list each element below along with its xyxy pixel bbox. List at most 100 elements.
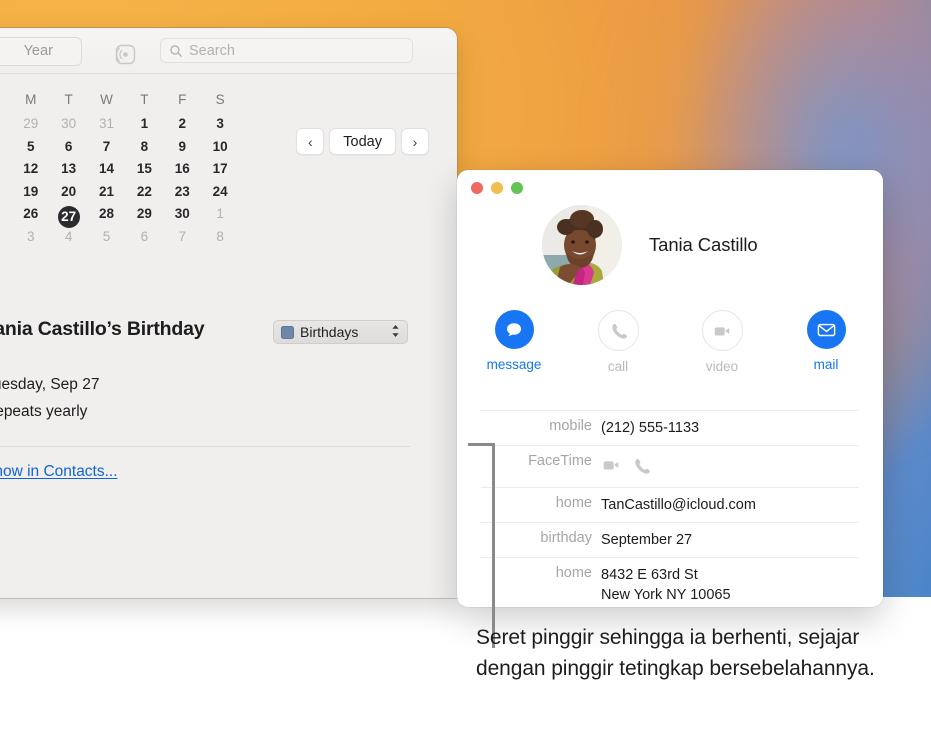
- field-value: 8432 E 63rd St New York NY 10065: [601, 567, 731, 603]
- prev-button[interactable]: ‹: [296, 128, 325, 155]
- search-icon: [170, 44, 182, 57]
- day-cell[interactable]: 20: [50, 184, 88, 199]
- dow-thu: T: [140, 92, 149, 107]
- contact-actions: message call video mail: [457, 310, 883, 374]
- field-row[interactable]: FaceTime: [481, 446, 859, 488]
- close-button[interactable]: [471, 182, 483, 194]
- day-cell[interactable]: 30: [50, 116, 88, 131]
- day-cell[interactable]: 12: [12, 161, 50, 176]
- envelope-icon: [806, 310, 846, 349]
- action-label: message: [486, 357, 542, 372]
- day-cell[interactable]: 31: [88, 116, 126, 131]
- day-cell[interactable]: 2: [163, 116, 201, 131]
- contact-name: Tania Castillo: [649, 234, 758, 255]
- day-cell[interactable]: 7: [88, 139, 126, 154]
- action-label: mail: [813, 357, 839, 372]
- search-field[interactable]: Search: [160, 38, 413, 63]
- callout-bracket-vertical: [492, 443, 495, 648]
- phone-icon[interactable]: [632, 456, 651, 480]
- field-label: home: [555, 565, 592, 581]
- video-camera-icon[interactable]: [601, 455, 621, 480]
- day-of-week-header: S M T W T F S: [0, 92, 239, 107]
- day-cell[interactable]: 28: [88, 206, 126, 228]
- day-cell[interactable]: 6: [50, 139, 88, 154]
- day-cell[interactable]: 8: [125, 139, 163, 154]
- day-cell[interactable]: 29: [125, 206, 163, 228]
- callout-bracket: [468, 443, 498, 648]
- day-cell[interactable]: 1: [125, 116, 163, 131]
- contact-header: Tania Castillo: [457, 205, 883, 285]
- day-cell[interactable]: 25: [0, 206, 12, 228]
- screenshot-root: th Year Search: [0, 0, 931, 729]
- action-video[interactable]: video: [691, 310, 753, 374]
- field-label: mobile: [549, 418, 592, 434]
- day-cell[interactable]: 13: [50, 161, 88, 176]
- field-value: (212) 555-1133: [601, 420, 700, 436]
- event-repeat: Repeats yearly: [0, 403, 88, 420]
- day-cell[interactable]: 4: [0, 139, 12, 154]
- day-cell[interactable]: 5: [88, 229, 126, 244]
- day-cell[interactable]: 8: [201, 229, 239, 244]
- week-row: 2345678: [0, 229, 239, 244]
- day-cell[interactable]: 2: [0, 229, 12, 244]
- day-cell[interactable]: 27: [50, 206, 88, 229]
- week-row: 28293031123: [0, 116, 239, 131]
- dow-fri: F: [178, 92, 187, 107]
- day-cell[interactable]: 16: [163, 161, 201, 176]
- day-cell[interactable]: 7: [163, 229, 201, 244]
- day-cell[interactable]: 15: [125, 161, 163, 176]
- next-button[interactable]: ›: [401, 128, 429, 155]
- contact-fields: mobile (212) 555-1133 FaceTime home TanCasti…: [481, 410, 859, 607]
- day-cell[interactable]: 10: [201, 139, 239, 154]
- minimize-button[interactable]: [491, 182, 503, 194]
- day-cell[interactable]: 5: [12, 139, 50, 154]
- action-call[interactable]: call: [587, 310, 649, 374]
- video-camera-icon: [701, 310, 743, 351]
- field-row[interactable]: home 8432 E 63rd St New York NY 10065: [481, 558, 859, 607]
- show-in-contacts-link[interactable]: Show in Contacts...: [0, 463, 118, 481]
- field-row[interactable]: mobile (212) 555-1133: [481, 410, 859, 446]
- field-value: TanCastillo@icloud.com: [601, 497, 756, 513]
- day-cell[interactable]: 19: [12, 184, 50, 199]
- segment-year[interactable]: Year: [0, 39, 81, 64]
- field-row[interactable]: birthday September 27: [481, 523, 859, 558]
- day-cell[interactable]: 9: [163, 139, 201, 154]
- calendar-popup-button[interactable]: Birthdays: [273, 320, 408, 344]
- day-cell[interactable]: 23: [163, 184, 201, 199]
- day-cell[interactable]: 26: [12, 206, 50, 228]
- day-cell[interactable]: 3: [12, 229, 50, 244]
- day-cell[interactable]: 24: [201, 184, 239, 199]
- week-row: 11121314151617: [0, 161, 239, 176]
- day-cell[interactable]: 11: [0, 161, 12, 176]
- calendar-color-swatch: [281, 325, 294, 339]
- calendar-popup-label: Birthdays: [300, 324, 359, 340]
- dow-mon: M: [25, 92, 37, 107]
- day-cell[interactable]: 21: [88, 184, 126, 199]
- day-cell[interactable]: 28: [0, 116, 12, 131]
- field-row[interactable]: home TanCastillo@icloud.com: [481, 488, 859, 523]
- chevron-updown-icon: [391, 324, 400, 341]
- day-cell[interactable]: 18: [0, 184, 12, 199]
- month-grid: S M T W T F S 28293031123456789101112131…: [0, 74, 457, 264]
- view-segmented-control[interactable]: th Year: [0, 37, 82, 66]
- day-cell[interactable]: 17: [201, 161, 239, 176]
- action-message[interactable]: message: [483, 310, 545, 374]
- broadcast-icon[interactable]: [114, 43, 137, 66]
- day-cell[interactable]: 6: [125, 229, 163, 244]
- zoom-button[interactable]: [511, 182, 523, 194]
- search-placeholder: Search: [189, 42, 235, 59]
- contact-card-window: Tania Castillo message call video mail mobi…: [457, 170, 883, 607]
- day-cell[interactable]: 4: [50, 229, 88, 244]
- day-cell[interactable]: 30: [163, 206, 201, 228]
- today-button[interactable]: Today: [329, 128, 396, 155]
- dow-sun: S: [0, 92, 12, 107]
- day-cell[interactable]: 29: [12, 116, 50, 131]
- action-mail[interactable]: mail: [795, 310, 857, 374]
- day-cell[interactable]: 1: [201, 206, 239, 228]
- action-label: call: [607, 359, 629, 374]
- calendar-nav: ‹ Today ›: [296, 128, 429, 155]
- day-cell[interactable]: 3: [201, 116, 239, 131]
- day-cell[interactable]: 22: [125, 184, 163, 199]
- field-value: September 27: [601, 532, 693, 548]
- day-cell[interactable]: 14: [88, 161, 126, 176]
